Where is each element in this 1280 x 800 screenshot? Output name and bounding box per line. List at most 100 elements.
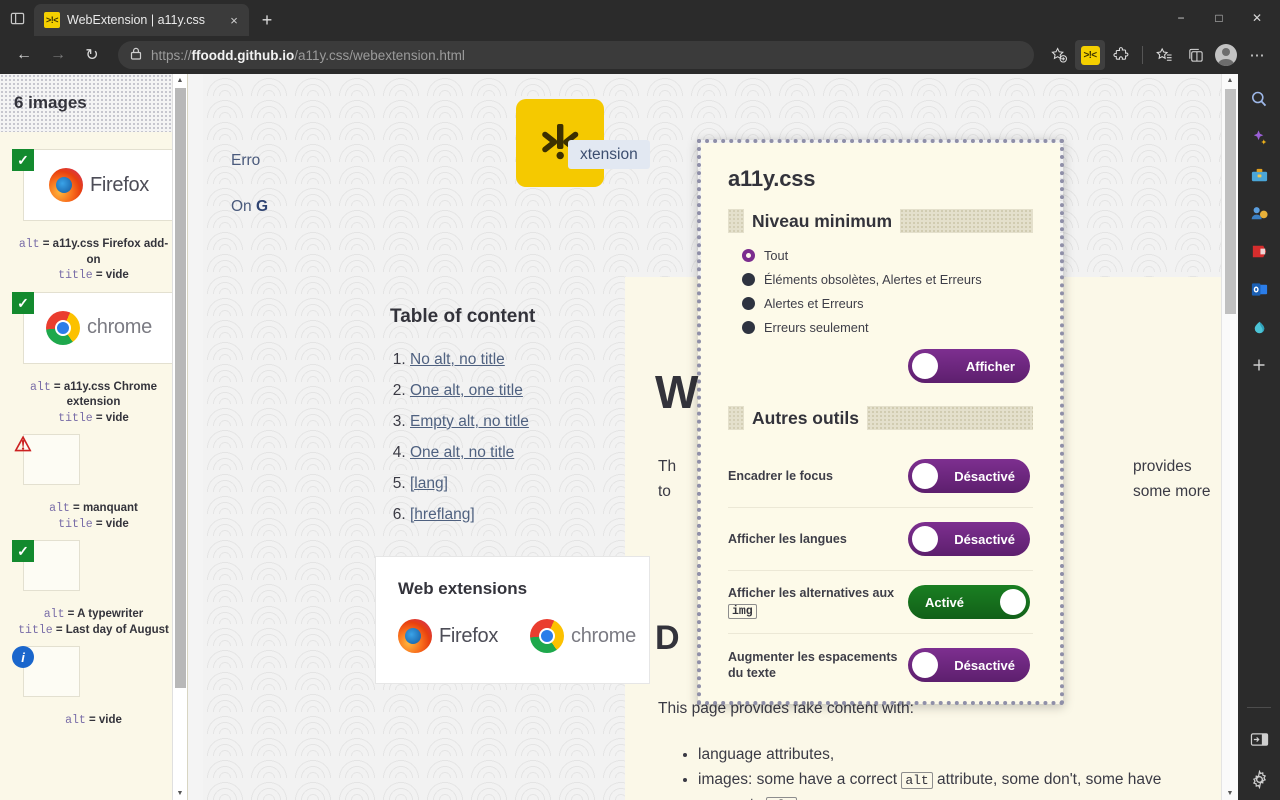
toggle-afficher-les-langues[interactable]: Désactivé xyxy=(908,522,1030,556)
toc-link-2[interactable]: One alt, one title xyxy=(410,382,523,399)
sidebar-toggle-icon[interactable] xyxy=(0,0,34,36)
games-icon[interactable] xyxy=(1245,238,1273,264)
main-scrollbar[interactable]: ▲ ▼ xyxy=(1221,74,1238,800)
settings-gear-icon[interactable] xyxy=(1245,766,1273,792)
nav-link-github[interactable]: G xyxy=(256,198,268,215)
toc-link-5[interactable]: [lang] xyxy=(410,475,448,492)
scroll-down-arrow[interactable]: ▼ xyxy=(1222,787,1238,800)
browser-window: >!< WebExtension | a11y.css × + − □ ✕ ← … xyxy=(0,0,1280,800)
outlook-icon[interactable] xyxy=(1245,276,1273,302)
tool-label: Augmenter les espacements du texte xyxy=(728,649,898,681)
radio-label: Alertes et Erreurs xyxy=(764,296,864,311)
a11y-image-list: ✓ Firefox alt = a11y.css Firefox add-on … xyxy=(0,132,187,800)
forward-button[interactable]: → xyxy=(42,40,74,70)
web-extensions-card: Web extensions Firefox chrome xyxy=(375,556,650,684)
a11y-extension-button[interactable]: >!< xyxy=(1075,40,1105,70)
web-extensions-title: Web extensions xyxy=(398,579,528,598)
radio-option-obsolete-alertes-erreurs[interactable]: Éléments obsolètes, Alertes et Erreurs xyxy=(742,272,1033,287)
thumbnail-wrapper: i xyxy=(12,646,175,698)
scroll-down-arrow[interactable]: ▼ xyxy=(173,787,187,800)
toc-link-1[interactable]: No alt, no title xyxy=(410,351,505,368)
toc-item: [lang] xyxy=(410,476,529,492)
radio-label: Tout xyxy=(764,248,789,263)
alt-value: vide xyxy=(98,714,122,727)
toc-item: Empty alt, no title xyxy=(410,414,529,430)
favorites-list-icon[interactable] xyxy=(1149,40,1179,70)
add-sidebar-icon[interactable] xyxy=(1245,352,1273,378)
contacts-icon[interactable] xyxy=(1245,200,1273,226)
list-item: i alt = vide xyxy=(12,646,175,729)
add-favorite-icon[interactable] xyxy=(1044,40,1074,70)
browser-tab[interactable]: >!< WebExtension | a11y.css × xyxy=(34,4,249,36)
radio-option-alertes-erreurs[interactable]: Alertes et Erreurs xyxy=(742,296,1033,311)
edge-sidebar-bottom xyxy=(1238,707,1280,792)
thumbnail-wrapper: ⚠ xyxy=(12,434,175,486)
nav-link-errors[interactable]: Erro xyxy=(231,152,260,169)
a11y-images-panel: 6 images ✓ Firefox alt = a11y.css Firefo… xyxy=(0,74,188,800)
tab-close-icon[interactable]: × xyxy=(225,11,243,29)
radio-option-tout[interactable]: Tout xyxy=(742,248,1033,263)
extensions-puzzle-icon[interactable] xyxy=(1106,40,1136,70)
toggle-afficher-alternatives-img[interactable]: Activé xyxy=(908,585,1030,620)
section-decoration-right xyxy=(900,209,1033,233)
url-scheme: https:// xyxy=(151,47,192,63)
toc-link-4[interactable]: One alt, no title xyxy=(410,444,514,461)
back-button[interactable]: ← xyxy=(8,40,40,70)
chrome-wordmark: chrome xyxy=(87,316,152,339)
tool-label: Encadrer le focus xyxy=(728,468,833,483)
code-alt-1: alt xyxy=(901,772,933,790)
toggle-encadrer-le-focus[interactable]: Désactivé xyxy=(908,459,1030,493)
radio-dot-selected xyxy=(742,249,755,262)
toggle-knob xyxy=(912,652,938,679)
firefox-wordmark: Firefox xyxy=(89,173,150,196)
alt-value: a11y.css Chrome extension xyxy=(63,380,157,409)
window-minimize-button[interactable]: − xyxy=(1162,3,1200,33)
copilot-icon[interactable] xyxy=(1245,124,1273,150)
bullet-images-pre: images: some have a correct xyxy=(698,771,902,789)
firefox-extension-link[interactable]: Firefox xyxy=(398,619,498,653)
toc-item: [hreflang] xyxy=(410,507,529,523)
more-options-icon[interactable]: ⋯ xyxy=(1242,40,1272,70)
chrome-logo-icon xyxy=(530,619,565,653)
split-screen-icon[interactable] xyxy=(1180,40,1210,70)
edge-sidebar xyxy=(1238,74,1280,800)
avatar xyxy=(1215,44,1237,66)
panel-scrollbar-thumb[interactable] xyxy=(175,88,186,688)
title-key: title xyxy=(58,269,93,283)
tool-row-encadrer-le-focus: Encadrer le focus Désactivé xyxy=(728,445,1033,508)
fake-content-bullets: language attributes, images: some have a… xyxy=(698,742,1181,800)
toc-link-6[interactable]: [hreflang] xyxy=(410,506,475,523)
drop-icon[interactable] xyxy=(1245,314,1273,340)
window-close-button[interactable]: ✕ xyxy=(1238,3,1276,33)
afficher-button[interactable]: Afficher xyxy=(908,349,1030,383)
status-badge-ok: ✓ xyxy=(12,540,34,563)
alt-key: alt xyxy=(49,502,70,516)
page-viewport: 6 images ✓ Firefox alt = a11y.css Firefo… xyxy=(0,74,1238,800)
toc-link-3[interactable]: Empty alt, no title xyxy=(410,413,529,430)
reload-button[interactable]: ↻ xyxy=(76,40,108,70)
scroll-up-arrow[interactable]: ▲ xyxy=(1222,74,1238,87)
window-maximize-button[interactable]: □ xyxy=(1200,3,1238,33)
afficher-label: Afficher xyxy=(965,358,1015,374)
address-bar[interactable]: https://ffoodd.github.io/a11y.css/webext… xyxy=(118,41,1034,69)
a11y-extension-icon: >!< xyxy=(1080,45,1100,65)
popup-content: a11y.css Niveau minimum Tout Éléments ob… xyxy=(706,148,1055,696)
alt-key: alt xyxy=(18,238,40,251)
alt-key: alt xyxy=(65,714,86,728)
toc-item: One alt, one title xyxy=(410,383,529,399)
main-scrollbar-thumb[interactable] xyxy=(1225,89,1236,314)
panel-scrollbar[interactable]: ▲ ▼ xyxy=(172,74,187,800)
radio-option-erreurs-seulement[interactable]: Erreurs seulement xyxy=(742,320,1033,335)
search-icon[interactable] xyxy=(1245,86,1273,112)
split-panel-icon[interactable] xyxy=(1245,726,1273,752)
profile-avatar[interactable] xyxy=(1211,40,1241,70)
chrome-extension-link[interactable]: chrome xyxy=(530,619,636,653)
new-tab-button[interactable]: + xyxy=(253,6,281,34)
scroll-up-arrow[interactable]: ▲ xyxy=(173,74,187,87)
tool-label-text: Afficher les alternatives aux xyxy=(728,586,895,600)
toc-list: No alt, no title One alt, one title Empt… xyxy=(388,352,529,538)
status-badge-info: i xyxy=(12,646,34,669)
tools-icon[interactable] xyxy=(1245,162,1273,188)
nav-tab-webextension[interactable]: xtension xyxy=(568,140,650,169)
toggle-augmenter-espacements[interactable]: Désactivé xyxy=(908,648,1030,683)
